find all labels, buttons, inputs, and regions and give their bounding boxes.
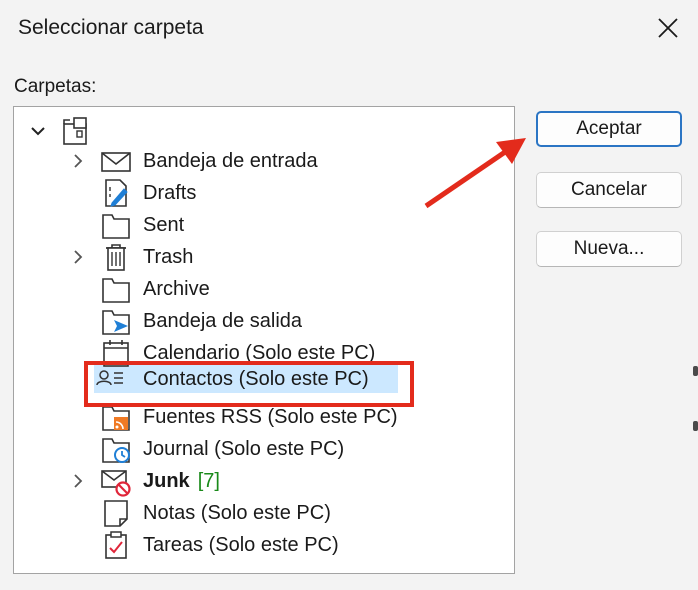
tree-item-label: Journal (Solo este PC) [143,438,345,460]
chevron-right-icon[interactable] [70,249,86,265]
root-folders-icon [60,115,92,147]
tree-item-label: Bandeja de salida [143,310,303,332]
title-bar: Seleccionar carpeta [0,0,698,62]
junk-label: Junk [143,470,190,492]
drafts-icon [100,177,132,209]
chevron-right-icon[interactable] [70,153,86,169]
cancel-button[interactable]: Cancelar [536,172,682,208]
tree-item-journal[interactable]: Journal (Solo este PC) [14,433,514,465]
tree-item-archive[interactable]: Archive [14,273,514,305]
accept-button[interactable]: Aceptar [536,111,682,147]
annotation-highlight-box [84,361,414,407]
edge-fragment [693,421,698,431]
tree-item-label: Fuentes RSS (Solo este PC) [143,406,398,428]
close-icon [658,18,678,38]
tree-item-label: Bandeja de entrada [143,150,318,172]
outbox-icon [100,305,132,337]
tree-item-label: Junk [7] [143,467,220,495]
folders-label: Carpetas: [14,76,97,97]
trash-icon [100,241,132,273]
envelope-icon [100,145,132,177]
close-button[interactable] [650,10,686,46]
folder-icon [100,273,132,305]
tree-item-notes[interactable]: Notas (Solo este PC) [14,497,514,529]
tree-item-tasks[interactable]: Tareas (Solo este PC) [14,529,514,561]
tree-item-label: Notas (Solo este PC) [143,502,331,524]
chevron-right-icon[interactable] [70,473,86,489]
notes-icon [100,497,132,529]
folder-icon [100,209,132,241]
tree-item-label: Drafts [143,182,197,204]
tree-item-label: Tareas (Solo este PC) [143,534,339,556]
tasks-icon [100,529,132,561]
journal-icon [100,433,132,465]
tree-item-label: Trash [143,246,194,268]
annotation-arrow-icon [424,138,526,209]
new-folder-button[interactable]: Nueva... [536,231,682,267]
unread-count-badge: [7] [197,470,220,492]
tree-item-trash[interactable]: Trash [14,241,514,273]
tree-item-label: Sent [143,214,185,236]
chevron-down-icon[interactable] [30,123,46,139]
tree-item-label: Archive [143,278,210,300]
junk-icon [100,465,132,497]
tree-item-outbox[interactable]: Bandeja de salida [14,305,514,337]
dialog-title: Seleccionar carpeta [18,16,204,39]
edge-fragment [693,366,698,376]
tree-item-junk[interactable]: Junk [7] [14,465,514,497]
tree-item-sent[interactable]: Sent [14,209,514,241]
